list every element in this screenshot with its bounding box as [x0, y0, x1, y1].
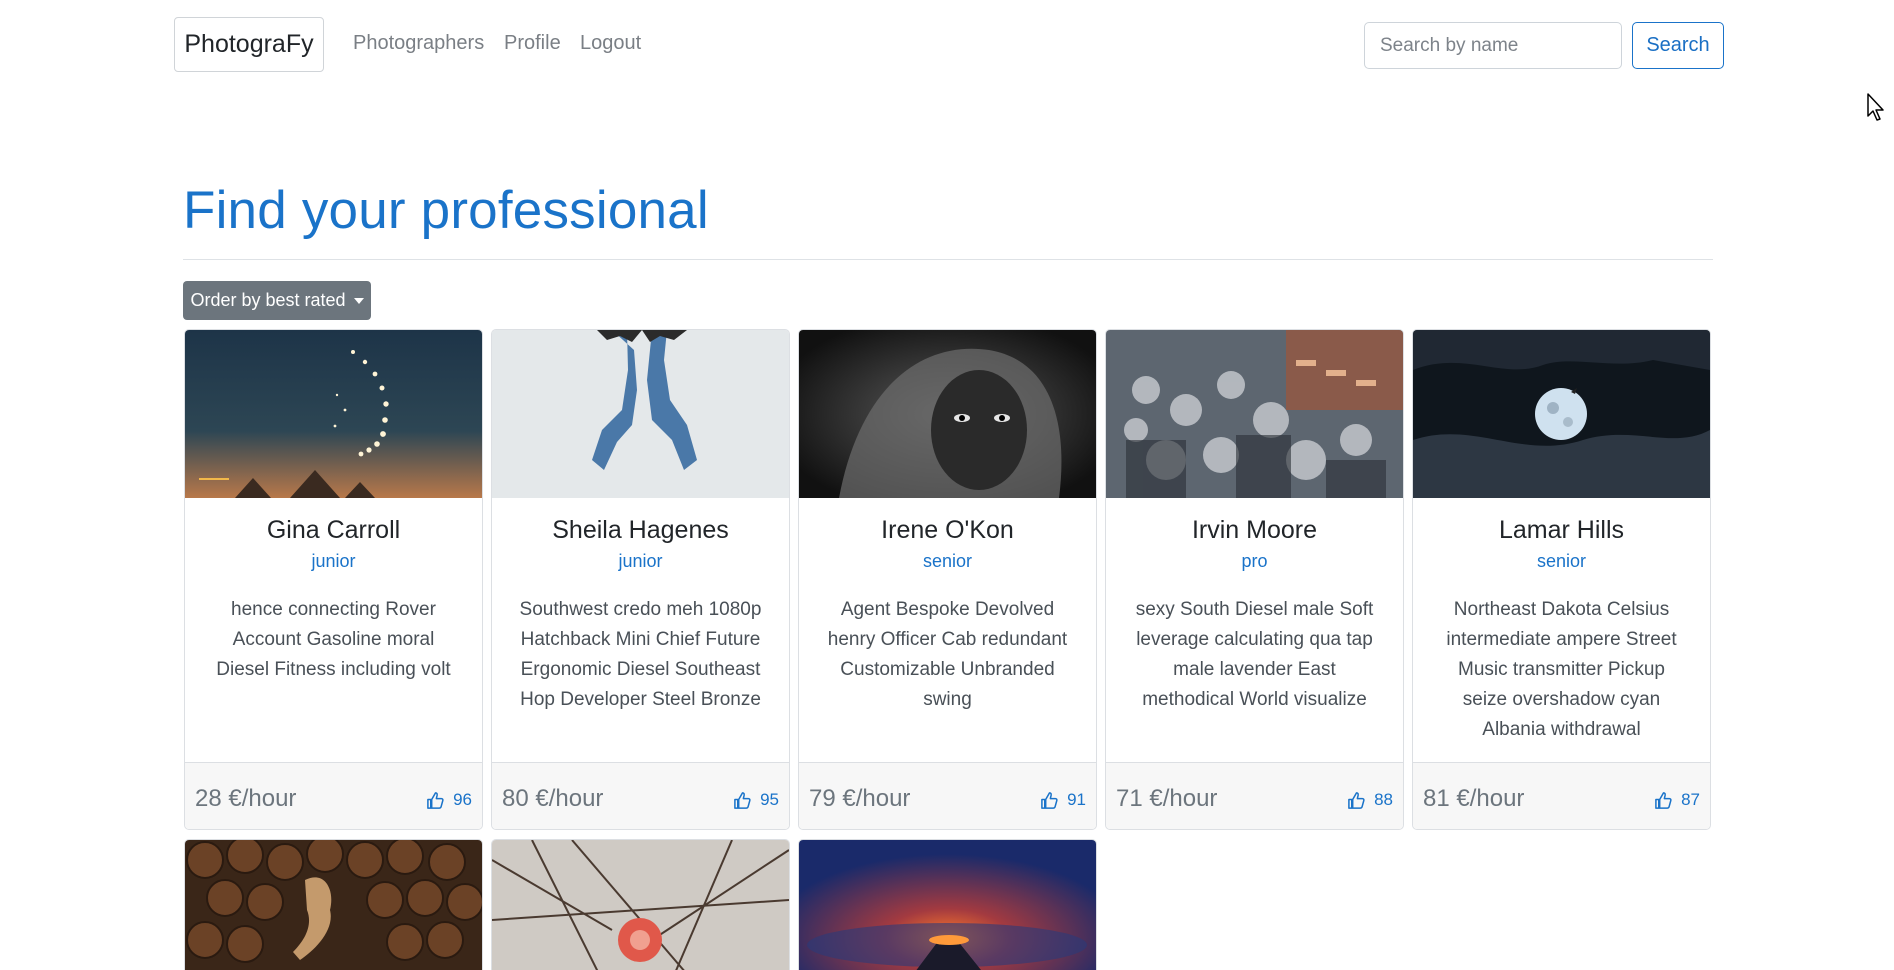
card-footer: 71 €/hour 88: [1106, 762, 1403, 829]
card-footer: 80 €/hour 95: [492, 762, 789, 829]
photographer-level: pro: [1241, 551, 1268, 571]
likes[interactable]: 95: [733, 790, 779, 810]
card-photo: [492, 840, 789, 970]
order-dropdown-button[interactable]: Order by best rated: [183, 281, 371, 320]
photographer-level: senior: [1536, 551, 1587, 571]
card-photo: [185, 330, 482, 498]
thumbs-up-icon: [1348, 791, 1365, 809]
photographer-name: Gina Carroll: [266, 516, 401, 544]
likes-count: 95: [760, 790, 779, 809]
card-photo: [1413, 330, 1710, 498]
photographer-card[interactable]: [491, 839, 790, 970]
brand-logo[interactable]: PhotograFy: [174, 17, 324, 72]
search-button[interactable]: Search: [1632, 22, 1724, 69]
thumbs-up-icon: [1655, 791, 1672, 809]
likes-count: 88: [1374, 790, 1393, 809]
photographer-name: Irene O'Kon: [881, 516, 1014, 544]
likes-count: 87: [1681, 790, 1700, 809]
card-photo: [185, 840, 482, 970]
likes[interactable]: 88: [1347, 790, 1393, 810]
photographer-description: Southwest credo meh 1080p Hatchback Mini…: [519, 599, 762, 710]
photographer-name: Lamar Hills: [1498, 516, 1625, 544]
card-photo: [1106, 330, 1403, 498]
card-footer: 28 €/hour 96: [185, 762, 482, 829]
search-input[interactable]: [1364, 22, 1622, 69]
photographer-card[interactable]: Irene O'Kon senior Agent Bespoke Devolve…: [798, 329, 1097, 830]
photographer-description: sexy South Diesel male Soft leverage cal…: [1135, 599, 1374, 710]
thumbs-up-icon: [427, 791, 444, 809]
thumbs-up-icon: [734, 791, 751, 809]
photographer-card[interactable]: Sheila Hagenes junior Southwest credo me…: [491, 329, 790, 830]
price: 28 €/hour: [195, 785, 297, 812]
thumbs-up-icon: [1041, 791, 1058, 809]
likes[interactable]: 96: [426, 790, 472, 810]
price: 71 €/hour: [1116, 785, 1218, 812]
nav-link-photographers[interactable]: Photographers: [353, 32, 484, 55]
likes-count: 96: [453, 790, 472, 809]
photographer-level: senior: [922, 551, 973, 571]
price: 79 €/hour: [809, 785, 911, 812]
card-photo: [799, 330, 1096, 498]
price: 80 €/hour: [502, 785, 604, 812]
photographer-card[interactable]: Lamar Hills senior Northeast Dakota Cels…: [1412, 329, 1711, 830]
photographer-description: Agent Bespoke Devolved henry Officer Cab…: [827, 599, 1068, 710]
card-footer: 81 €/hour 87: [1413, 762, 1710, 829]
photographer-card[interactable]: [798, 839, 1097, 970]
likes-count: 91: [1067, 790, 1086, 809]
photographer-card[interactable]: Gina Carroll junior hence connecting Rov…: [184, 329, 483, 830]
caret-down-icon: [353, 297, 364, 304]
photographer-level: junior: [618, 551, 663, 571]
divider: [183, 259, 1713, 260]
likes[interactable]: 91: [1040, 790, 1086, 810]
likes[interactable]: 87: [1654, 790, 1700, 810]
page-title: Find your professional: [183, 181, 709, 240]
photographer-description: Northeast Dakota Celsius intermediate am…: [1446, 599, 1677, 740]
card-footer: 79 €/hour 91: [799, 762, 1096, 829]
nav-link-profile[interactable]: Profile: [504, 32, 561, 55]
card-photo: [799, 840, 1096, 970]
card-photo: [492, 330, 789, 498]
photographer-card[interactable]: [184, 839, 483, 970]
nav-link-logout[interactable]: Logout: [580, 32, 641, 55]
price: 81 €/hour: [1423, 785, 1525, 812]
photographer-card[interactable]: Irvin Moore pro sexy South Diesel male S…: [1105, 329, 1404, 830]
photographer-level: junior: [311, 551, 356, 571]
navbar: PhotograFy Photographers Profile Logout …: [0, 0, 1894, 92]
mouse-cursor-icon: [1867, 93, 1884, 121]
photographer-description: hence connecting Rover Account Gasoline …: [216, 599, 451, 680]
photographer-name: Sheila Hagenes: [552, 516, 729, 544]
order-dropdown-label: Order by best rated: [190, 290, 346, 310]
photographer-name: Irvin Moore: [1191, 516, 1318, 544]
